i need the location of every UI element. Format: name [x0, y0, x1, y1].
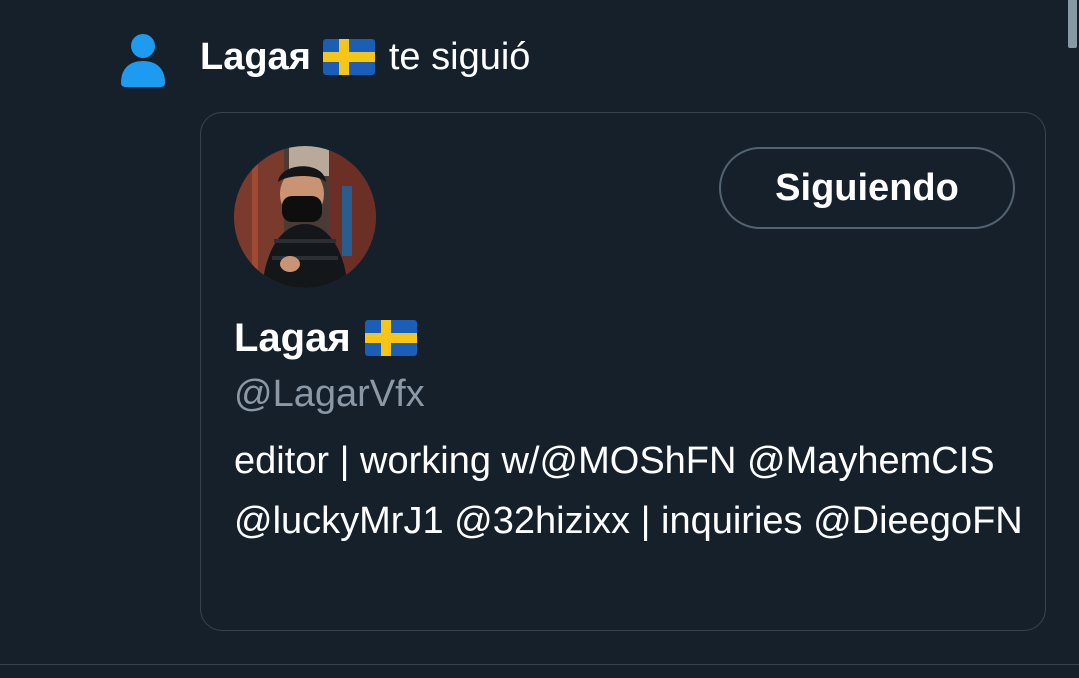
user-card[interactable]: Siguiendo Lagaя @LagarVfx editor | worki… [200, 112, 1046, 631]
divider [0, 664, 1079, 665]
profile-name-label[interactable]: Lagaя [234, 316, 351, 361]
person-icon [120, 33, 166, 87]
notification-text: Lagaя te siguió [200, 33, 530, 81]
scrollbar-thumb[interactable] [1068, 0, 1077, 48]
avatar[interactable] [234, 146, 376, 288]
profile-handle[interactable]: @LagarVfx [234, 369, 425, 419]
sweden-flag-icon [364, 320, 417, 356]
following-button[interactable]: Siguiendo [719, 147, 1015, 229]
scrollbar[interactable] [1067, 0, 1079, 678]
notification-action-text: te siguió [388, 36, 531, 78]
follower-name-link[interactable]: Lagaя [200, 33, 311, 81]
sweden-flag-icon [322, 39, 375, 75]
profile-bio: editor | working w/@MOShFN @MayhemCIS @l… [234, 440, 1023, 542]
profile-name: Lagaя [234, 313, 417, 363]
